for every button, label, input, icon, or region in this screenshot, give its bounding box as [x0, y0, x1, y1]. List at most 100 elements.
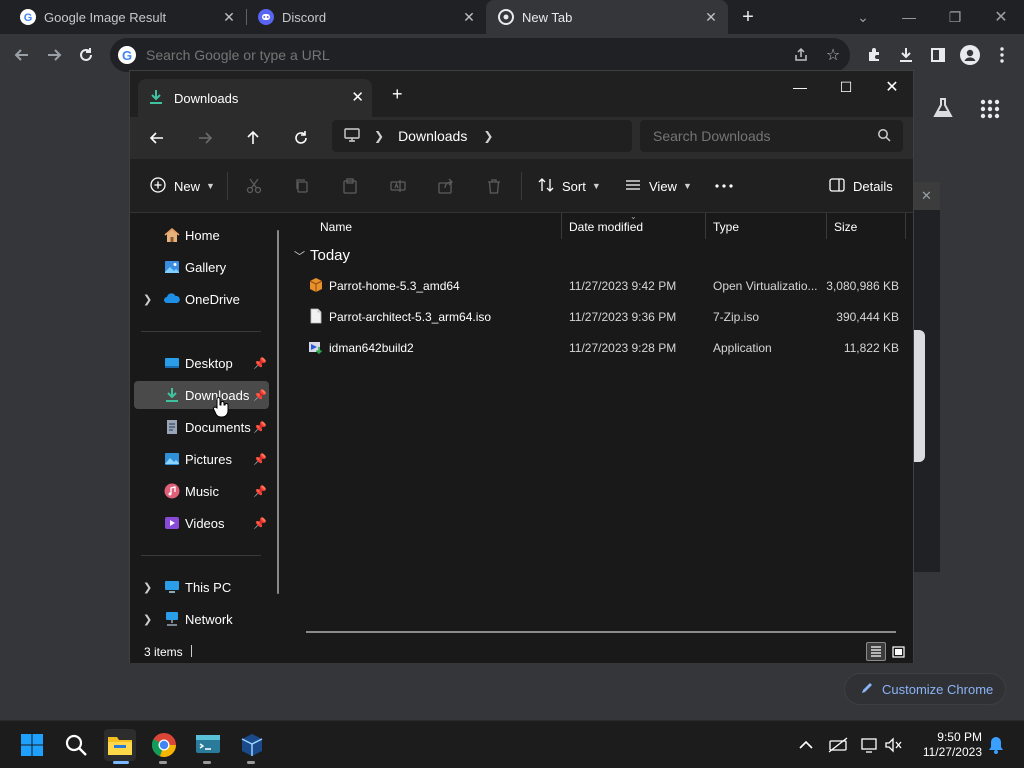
new-tab-button[interactable]: + — [392, 84, 403, 105]
view-button[interactable]: View ▼ — [625, 174, 692, 198]
breadcrumb-chevron-icon[interactable]: ❯ — [483, 129, 493, 143]
terminal-taskbar-icon[interactable] — [192, 729, 224, 761]
share-icon[interactable] — [438, 174, 454, 198]
display-icon[interactable] — [860, 735, 880, 755]
expand-chevron-icon[interactable]: ❯ — [143, 581, 152, 594]
forward-icon[interactable] — [42, 43, 66, 67]
chrome-taskbar-icon[interactable] — [148, 729, 180, 761]
column-separator[interactable] — [905, 213, 906, 239]
minimize-icon[interactable]: — — [777, 71, 823, 103]
nav-item-gallery[interactable]: Gallery — [134, 253, 269, 281]
back-icon[interactable] — [10, 43, 34, 67]
reload-icon[interactable] — [74, 43, 98, 67]
group-header-today[interactable]: ﹀ Today — [294, 247, 350, 264]
minimize-icon[interactable]: — — [886, 0, 932, 34]
profile-avatar-icon[interactable] — [958, 43, 982, 67]
column-separator[interactable] — [561, 213, 562, 239]
speaker-muted-icon[interactable] — [884, 735, 904, 755]
nav-item-music[interactable]: Music 📌 — [134, 477, 269, 505]
bookmark-star-icon[interactable]: ☆ — [824, 46, 842, 64]
search-input[interactable] — [653, 128, 863, 144]
forward-icon[interactable] — [192, 126, 218, 150]
details-pane-button[interactable]: Details — [829, 174, 893, 198]
show-hidden-icons-chevron-icon[interactable] — [796, 735, 816, 755]
more-options-icon[interactable] — [715, 174, 733, 198]
column-separator[interactable] — [705, 213, 706, 239]
pin-icon[interactable]: 📌 — [253, 389, 267, 402]
close-window-icon[interactable]: ✕ — [869, 71, 915, 103]
side-panel-icon[interactable] — [926, 43, 950, 67]
start-windows-icon[interactable] — [16, 729, 48, 761]
close-tab-icon[interactable]: ✕ — [460, 8, 478, 26]
nav-item-documents[interactable]: Documents 📌 — [134, 413, 269, 441]
extensions-icon[interactable] — [862, 43, 886, 67]
nav-item-downloads[interactable]: Downloads 📌 — [134, 381, 269, 409]
delete-icon[interactable] — [486, 174, 502, 198]
dialog-close-icon[interactable]: ✕ — [913, 182, 940, 210]
network-disconnected-icon[interactable] — [828, 735, 848, 755]
cut-icon[interactable] — [246, 174, 262, 198]
file-explorer-taskbar-icon[interactable] — [104, 729, 136, 761]
share-icon[interactable] — [792, 46, 810, 64]
pin-icon[interactable]: 📌 — [253, 421, 267, 434]
expand-chevron-icon[interactable]: ❯ — [143, 293, 152, 306]
close-window-icon[interactable]: ✕ — [978, 0, 1024, 34]
virtualbox-taskbar-icon[interactable] — [236, 729, 268, 761]
tiles-view-toggle-icon[interactable] — [888, 642, 908, 661]
column-separator[interactable] — [826, 213, 827, 239]
taskbar-clock[interactable]: 9:50 PM 11/27/2023 — [914, 730, 982, 760]
new-tab-button[interactable]: + — [737, 6, 759, 28]
restore-icon[interactable]: ❐ — [932, 0, 978, 34]
notification-bell-icon[interactable] — [986, 735, 1006, 755]
chrome-tab-new-tab[interactable]: New Tab ✕ — [486, 0, 728, 34]
labs-flask-icon[interactable] — [932, 97, 954, 119]
up-icon[interactable] — [240, 126, 266, 150]
nav-item-network[interactable]: ❯ Network — [134, 605, 269, 633]
address-breadcrumb[interactable]: ❯ Downloads ❯ — [332, 120, 632, 152]
pin-icon[interactable]: 📌 — [253, 453, 267, 466]
table-row[interactable]: Parrot-home-5.3_amd64 11/27/2023 9:42 PM… — [288, 272, 913, 300]
close-tab-icon[interactable]: ✕ — [220, 8, 238, 26]
omnibox-input[interactable] — [146, 47, 766, 63]
breadcrumb-chevron-icon[interactable]: ❯ — [374, 129, 384, 143]
expand-chevron-icon[interactable]: ❯ — [143, 613, 152, 626]
nav-scrollbar[interactable] — [277, 230, 279, 594]
close-tab-icon[interactable]: ✕ — [351, 88, 364, 106]
breadcrumb-downloads[interactable]: Downloads — [398, 128, 467, 144]
horizontal-scrollbar[interactable] — [306, 631, 896, 633]
omnibox[interactable]: G ☆ — [110, 38, 850, 72]
nav-item-home[interactable]: Home — [134, 221, 269, 249]
search-icon[interactable] — [60, 729, 92, 761]
column-header-size[interactable]: Size — [834, 213, 857, 241]
pin-icon[interactable]: 📌 — [253, 485, 267, 498]
nav-item-pictures[interactable]: Pictures 📌 — [134, 445, 269, 473]
nav-item-desktop[interactable]: Desktop 📌 — [134, 349, 269, 377]
column-header-type[interactable]: Type — [713, 213, 739, 241]
chrome-tab-discord[interactable]: Discord ✕ — [238, 0, 486, 34]
nav-item-videos[interactable]: Videos 📌 — [134, 509, 269, 537]
table-row[interactable]: Parrot-architect-5.3_arm64.iso 11/27/202… — [288, 303, 913, 331]
copy-icon[interactable] — [294, 174, 310, 198]
column-header-name[interactable]: Name — [320, 213, 352, 241]
table-row[interactable]: idman642build2 11/27/2023 9:28 PM Applic… — [288, 334, 913, 362]
tab-search-icon[interactable]: ⌄ — [840, 0, 886, 34]
pin-icon[interactable]: 📌 — [253, 517, 267, 530]
chrome-menu-icon[interactable] — [990, 43, 1014, 67]
nav-item-onedrive[interactable]: ❯ OneDrive — [134, 285, 269, 313]
paste-icon[interactable] — [342, 174, 358, 198]
nav-item-this-pc[interactable]: ❯ This PC — [134, 573, 269, 601]
new-button[interactable]: New ▼ — [150, 174, 215, 198]
back-icon[interactable] — [144, 126, 170, 150]
maximize-icon[interactable]: ☐ — [823, 71, 869, 103]
explorer-tab-downloads[interactable]: Downloads ✕ — [138, 79, 372, 117]
details-view-toggle-icon[interactable] — [866, 642, 886, 661]
customize-chrome-button[interactable]: Customize Chrome — [844, 673, 1006, 705]
close-tab-icon[interactable]: ✕ — [702, 8, 720, 26]
google-apps-icon[interactable] — [980, 99, 1000, 119]
refresh-icon[interactable] — [288, 126, 314, 150]
chrome-tab-google-image-result[interactable]: G Google Image Result ✕ — [0, 0, 246, 34]
rename-icon[interactable] — [390, 174, 406, 198]
column-header-date[interactable]: Date modified — [569, 213, 643, 241]
download-icon[interactable] — [894, 43, 918, 67]
pin-icon[interactable]: 📌 — [253, 357, 267, 370]
